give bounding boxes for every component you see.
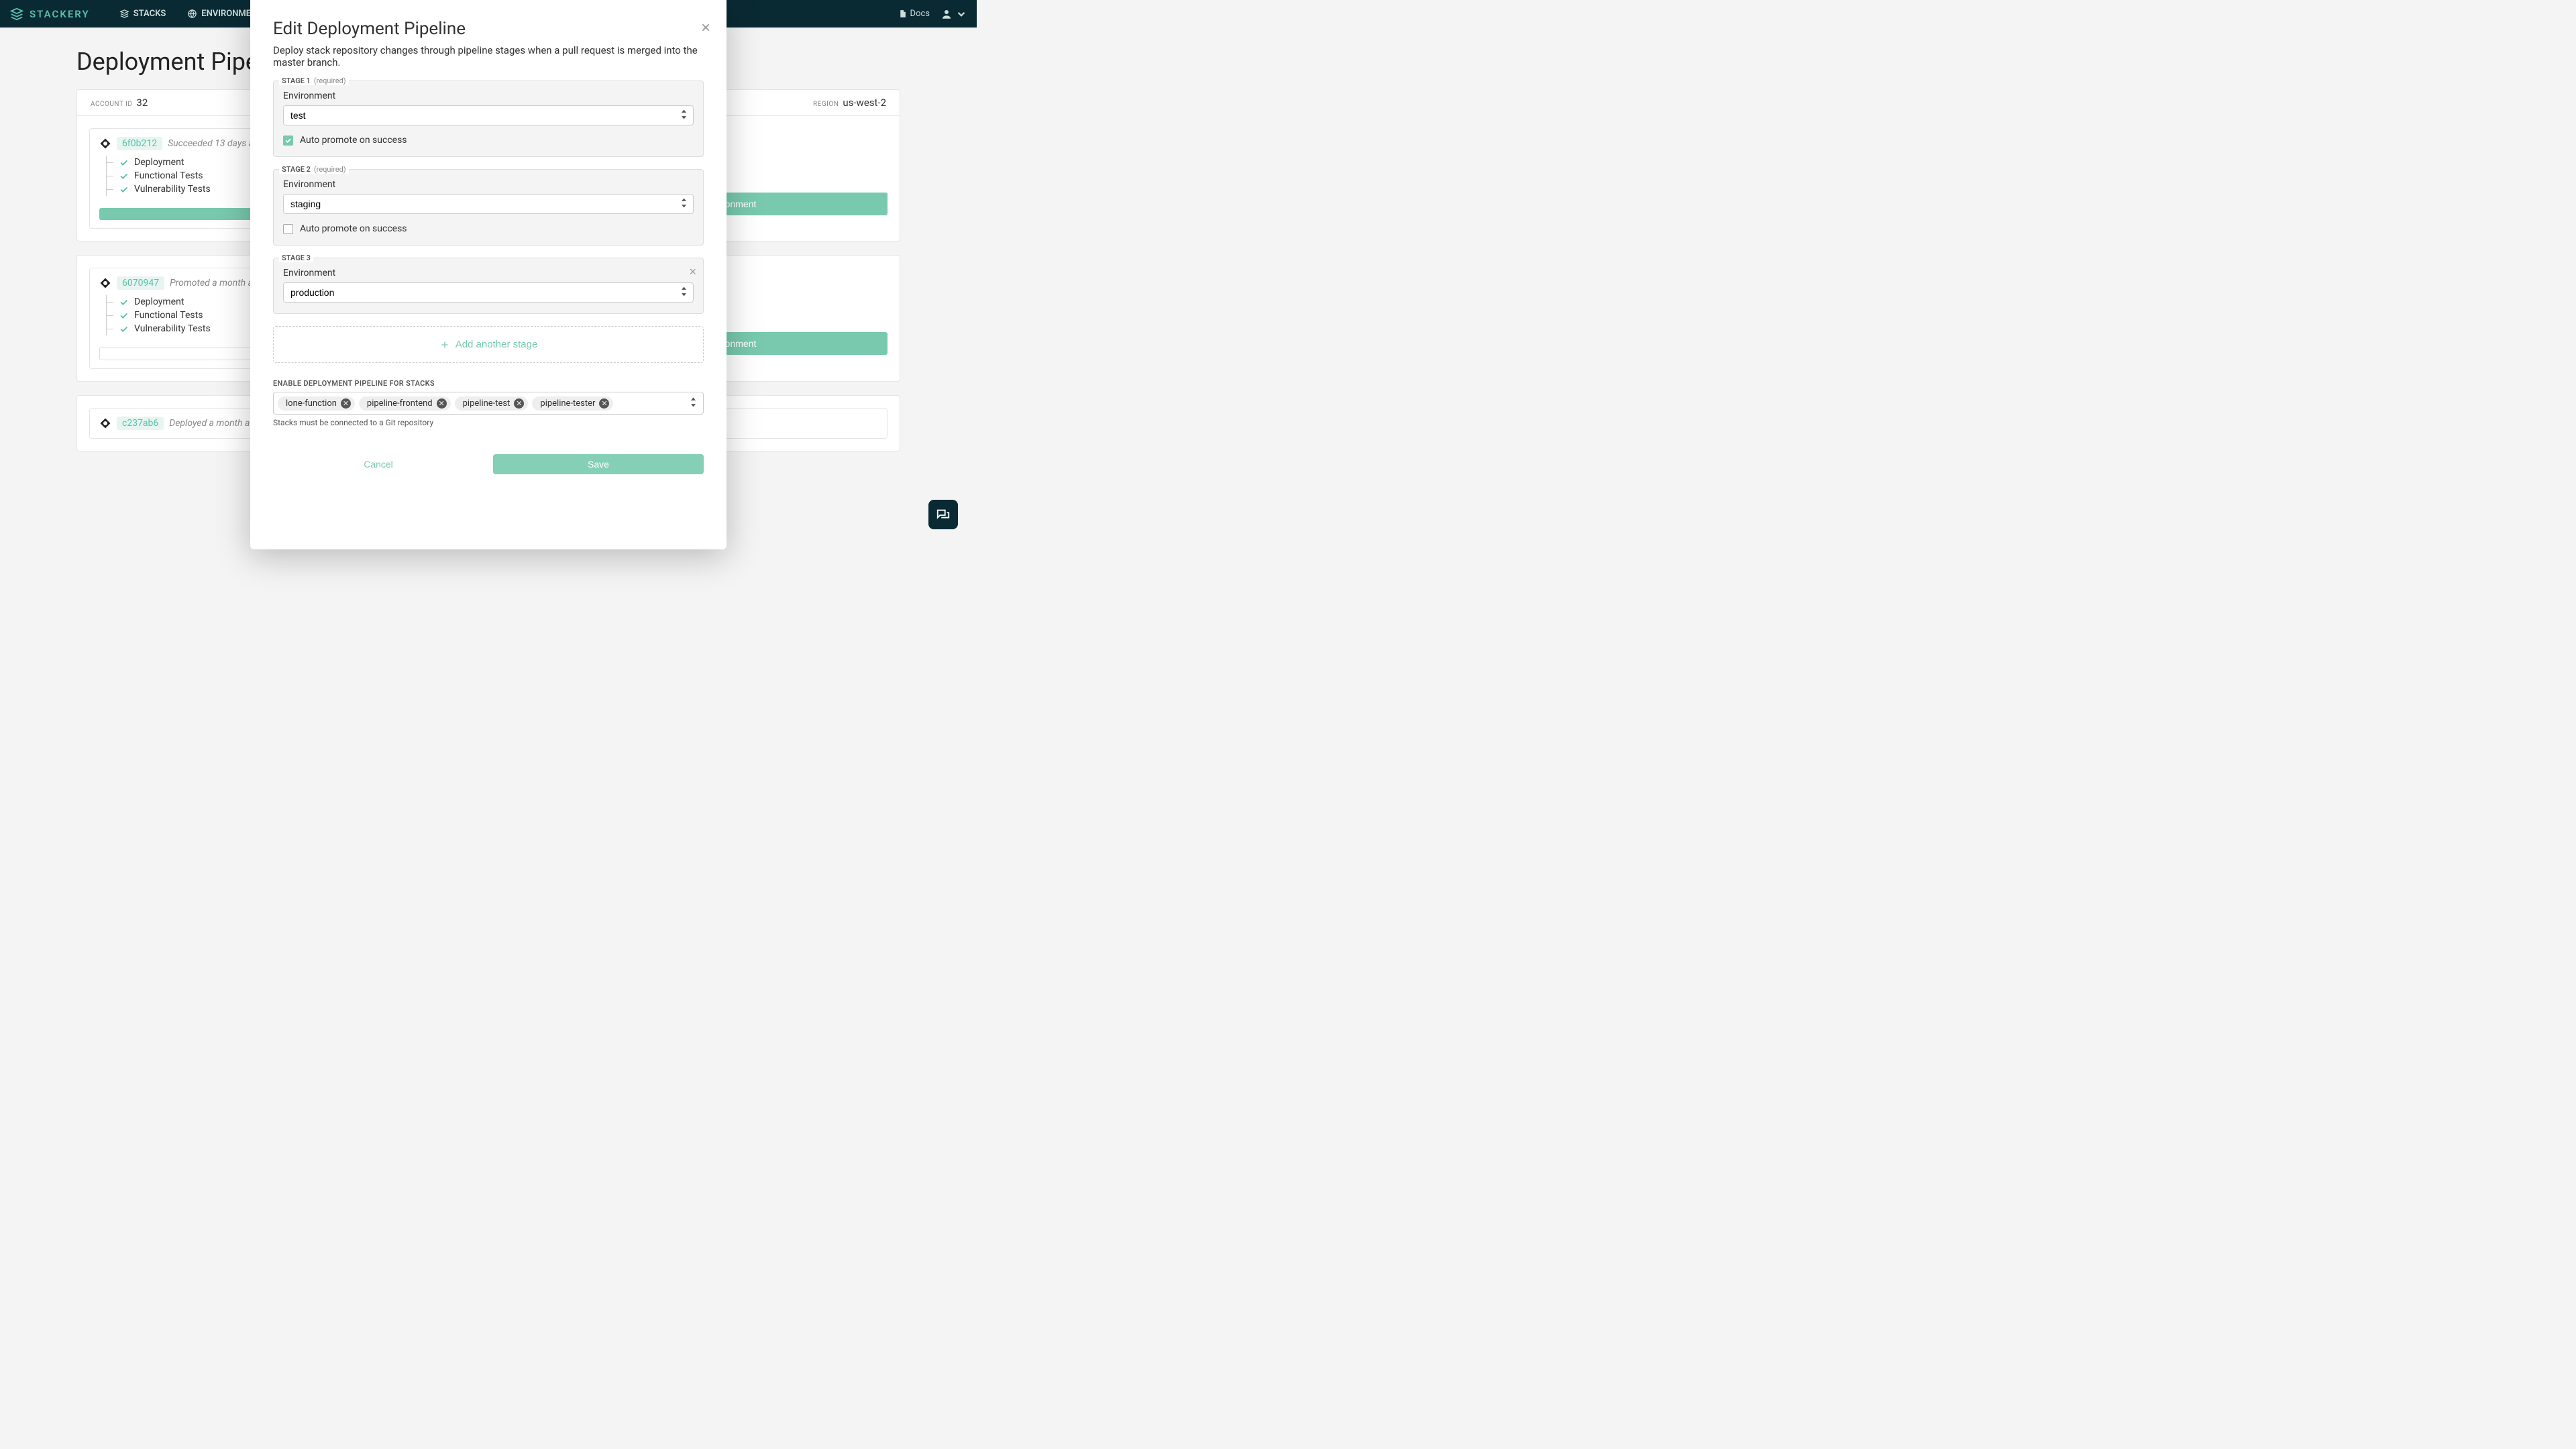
brand-text: STACKERY — [30, 8, 90, 20]
modal-title: Edit Deployment Pipeline — [273, 19, 704, 39]
chip-label: pipeline-frontend — [367, 398, 433, 409]
env-label: Environment — [283, 91, 694, 101]
stage-label: Stage 1 — [282, 76, 311, 85]
nav-stacks[interactable]: STACKS — [110, 0, 176, 28]
git-commit-icon — [99, 417, 111, 429]
checkbox-unchecked-icon — [283, 224, 293, 234]
docs-link[interactable]: Docs — [898, 9, 930, 19]
check-icon — [119, 158, 129, 168]
stage-2: Stage 2 (required) Environment staging A… — [273, 169, 704, 246]
region-value: us-west-2 — [843, 97, 886, 109]
check-icon — [119, 297, 129, 307]
chip-remove-icon[interactable]: ✕ — [599, 398, 609, 409]
modal-close-button[interactable]: × — [701, 20, 710, 36]
stage-legend: Stage 2 (required) — [279, 165, 349, 174]
nav-stacks-label: STACKS — [133, 9, 166, 19]
check-icon — [119, 184, 129, 195]
env-select[interactable]: staging — [283, 194, 694, 214]
stack-chip: pipeline-tester ✕ — [532, 396, 613, 411]
stage-label: Stage 3 — [282, 254, 311, 262]
add-stage-button[interactable]: Add another stage — [273, 326, 704, 363]
stacks-multiselect[interactable]: lone-function ✕ pipeline-frontend ✕ pipe… — [273, 392, 704, 415]
env-select[interactable]: test — [283, 105, 694, 125]
chat-fab[interactable] — [928, 500, 958, 529]
stack-chip: lone-function ✕ — [278, 396, 355, 411]
user-icon — [941, 8, 953, 20]
auto-promote-row[interactable]: Auto promote on success — [283, 223, 694, 234]
commit-sha[interactable]: 6f0b212 — [117, 137, 162, 150]
check-icon — [119, 171, 129, 181]
modal-actions: Cancel Save — [273, 454, 704, 474]
stacks-section-label: ENABLE DEPLOYMENT PIPELINE FOR STACKS — [273, 379, 704, 388]
plus-icon — [439, 339, 450, 350]
commit-sha[interactable]: 6070947 — [117, 276, 164, 290]
auto-promote-row[interactable]: Auto promote on success — [283, 135, 694, 146]
user-menu[interactable] — [941, 8, 967, 20]
doc-icon — [898, 9, 907, 18]
stack-chip: pipeline-frontend ✕ — [359, 396, 451, 411]
chat-icon — [936, 507, 951, 522]
checkbox-checked-icon — [283, 136, 293, 146]
git-commit-icon — [99, 277, 111, 289]
status-text: Deployed a month ago — [169, 418, 260, 429]
account-id-label: ACCOUNT ID — [91, 101, 132, 108]
account-id-value: 32 — [136, 97, 148, 109]
cancel-button[interactable]: Cancel — [273, 454, 484, 474]
save-button[interactable]: Save — [493, 454, 704, 474]
stacks-helper-text: Stacks must be connected to a Git reposi… — [273, 418, 704, 427]
status-text: Promoted a month ago — [170, 278, 263, 288]
chip-label: pipeline-test — [463, 398, 511, 409]
modal-description: Deploy stack repository changes through … — [273, 44, 704, 68]
env-label: Environment — [283, 179, 694, 190]
chevron-down-icon — [955, 8, 967, 20]
stage-3: Stage 3 × Environment production — [273, 258, 704, 314]
git-commit-icon — [99, 138, 111, 150]
stage-label: Stage 2 — [282, 165, 311, 174]
add-stage-label: Add another stage — [455, 339, 538, 350]
topbar-right: Docs — [898, 8, 967, 20]
status-text: Succeeded 13 days ago — [168, 138, 264, 149]
chip-label: pipeline-tester — [540, 398, 595, 409]
stage-1: Stage 1 (required) Environment test — [273, 80, 704, 157]
stacks-icon — [119, 9, 129, 19]
auto-promote-label: Auto promote on success — [300, 223, 407, 234]
stage-legend: Stage 1 (required) — [279, 76, 349, 85]
chip-label: lone-function — [286, 398, 337, 409]
remove-stage-button[interactable]: × — [689, 265, 696, 279]
region-label: REGION — [813, 101, 839, 108]
commit-sha[interactable]: c237ab6 — [117, 417, 164, 430]
env-label: Environment — [283, 268, 694, 278]
chip-remove-icon[interactable]: ✕ — [341, 398, 351, 409]
auto-promote-label: Auto promote on success — [300, 135, 407, 146]
stackery-logo-icon — [9, 7, 24, 21]
stack-chip: pipeline-test ✕ — [455, 396, 529, 411]
stage-legend: Stage 3 — [279, 254, 313, 262]
stage-required: (required) — [314, 76, 346, 85]
env-select[interactable]: production — [283, 282, 694, 303]
stage-required: (required) — [314, 165, 346, 174]
edit-pipeline-modal: × Edit Deployment Pipeline Deploy stack … — [250, 0, 727, 549]
select-caret-icon — [690, 397, 696, 410]
chip-remove-icon[interactable]: ✕ — [514, 398, 524, 409]
check-icon — [119, 311, 129, 321]
globe-icon — [187, 9, 197, 19]
chip-remove-icon[interactable]: ✕ — [437, 398, 447, 409]
brand-logo[interactable]: STACKERY — [9, 7, 90, 21]
docs-label: Docs — [910, 9, 930, 19]
check-icon — [119, 324, 129, 334]
